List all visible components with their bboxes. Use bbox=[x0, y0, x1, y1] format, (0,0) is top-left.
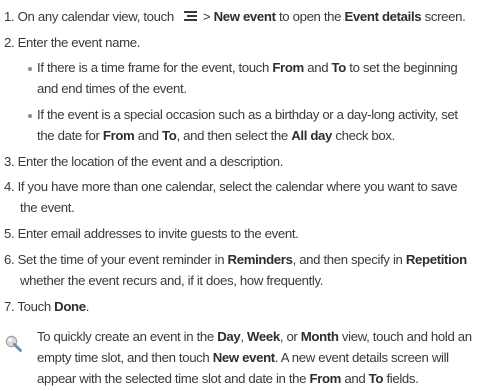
bullet-2-from: From bbox=[102, 128, 135, 143]
step-6-repetition: Repetition bbox=[405, 252, 467, 267]
tip-post-2: . A new event details screen will bbox=[274, 350, 449, 365]
step-6-mid: , and then specify in bbox=[292, 252, 403, 267]
bullet-2-line-1: If the event is a special occasion such … bbox=[37, 107, 458, 122]
tip-text-3: appear with the selected time slot and d… bbox=[37, 371, 307, 386]
tip-text: To quickly create an event in the bbox=[37, 329, 214, 344]
tip-week: Week bbox=[247, 329, 280, 344]
step-7-post: . bbox=[85, 299, 90, 314]
step-6-reminders: Reminders bbox=[227, 252, 293, 267]
bullet-2-line-2: the date for From and To, and then selec… bbox=[37, 126, 395, 146]
bullet-1-from: From bbox=[272, 60, 304, 75]
tip-line-2: empty time slot, and then touch New even… bbox=[37, 348, 449, 368]
tip-or: , or bbox=[279, 329, 298, 344]
step-7-text: 7. Touch bbox=[4, 299, 51, 314]
tip-line-1: To quickly create an event in the Day, W… bbox=[37, 327, 472, 347]
bullet-1-line-1: If there is a time frame for the event, … bbox=[37, 58, 458, 78]
tip-new-event: New event bbox=[212, 350, 275, 365]
bullet-1-to: To bbox=[331, 60, 347, 75]
tip-day: Day bbox=[217, 329, 241, 344]
step-6-text: 6. Set the time of your event reminder i… bbox=[4, 252, 225, 267]
tip-from: From bbox=[309, 371, 342, 386]
bullet-2-post: check box. bbox=[335, 128, 395, 143]
step-1: 1. On any calendar view, touch > New even… bbox=[4, 7, 466, 27]
step-6-line-1: 6. Set the time of your event reminder i… bbox=[4, 250, 467, 270]
bullet-1-line-2: and end times of the event. bbox=[37, 81, 187, 96]
bullet-2-to: To bbox=[162, 128, 177, 143]
step-2: 2. Enter the event name. bbox=[4, 35, 141, 50]
step-4-line-1: 4. If you have more than one calendar, s… bbox=[4, 179, 458, 194]
tip-to: To bbox=[368, 371, 384, 386]
step-1-new-event: New event bbox=[213, 9, 276, 24]
step-6-line-2: whether the event recurs and, if it does… bbox=[20, 273, 324, 288]
bullet-1-and: and bbox=[307, 60, 329, 75]
bullet-2-all-day: All day bbox=[291, 128, 333, 143]
tip-text-2: empty time slot, and then touch bbox=[37, 350, 210, 365]
step-1-post: screen. bbox=[424, 9, 466, 24]
tip-month: Month bbox=[300, 329, 339, 344]
step-5: 5. Enter email addresses to invite guest… bbox=[4, 226, 299, 241]
step-1-number: 1. bbox=[4, 9, 15, 24]
tip-and: and bbox=[344, 371, 366, 386]
bullet-marker bbox=[28, 114, 32, 118]
bullet-1-text: If there is a time frame for the event, … bbox=[37, 60, 269, 75]
bullet-2-mid: , and then select the bbox=[176, 128, 288, 143]
tip-comma: , bbox=[240, 329, 244, 344]
bullet-marker bbox=[28, 67, 32, 71]
bullet-2-text: the date for bbox=[37, 128, 100, 143]
bullet-1-post: to set the beginning bbox=[349, 60, 458, 75]
tip-post-3: fields. bbox=[386, 371, 419, 386]
tip-icon bbox=[5, 335, 22, 352]
step-1-mid: to open the bbox=[278, 9, 342, 24]
step-1-event-details: Event details bbox=[344, 9, 422, 24]
bullet-2-and: and bbox=[137, 128, 159, 143]
step-1-text: On any calendar view, touch bbox=[17, 9, 175, 24]
calendar-help-page: 1. On any calendar view, touch > New even… bbox=[0, 0, 501, 391]
tip-post: view, touch and hold an bbox=[341, 329, 472, 344]
tip-line-3: appear with the selected time slot and d… bbox=[37, 369, 419, 389]
step-7-done: Done bbox=[54, 299, 86, 314]
step-4-line-2: the event. bbox=[20, 200, 75, 215]
step-1-gt: > bbox=[202, 9, 211, 24]
step-7: 7. Touch Done. bbox=[4, 297, 89, 317]
step-3: 3. Enter the location of the event and a… bbox=[4, 154, 284, 169]
menu-icon bbox=[183, 11, 197, 22]
